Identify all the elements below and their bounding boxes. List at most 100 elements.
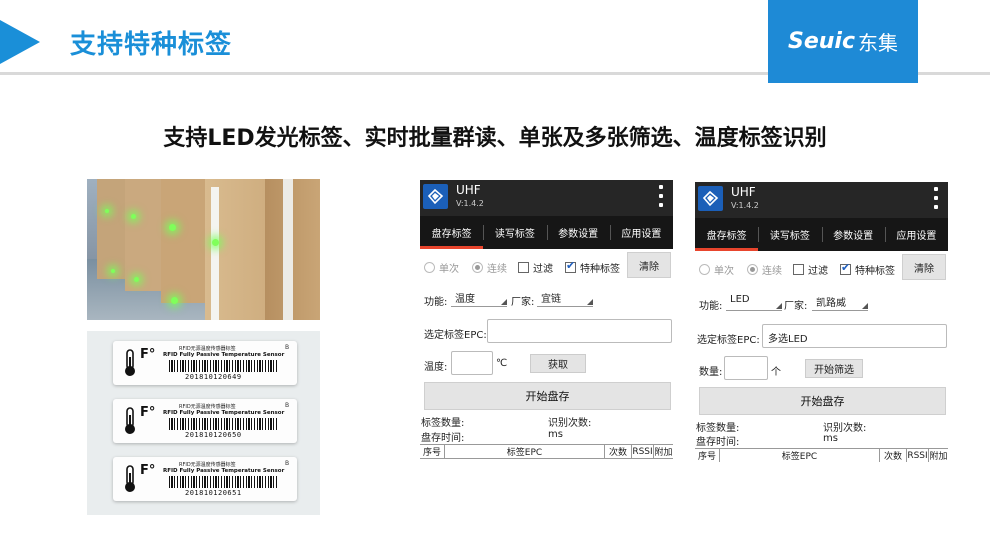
col-rssi: RSSI <box>632 445 654 458</box>
overflow-menu-icon[interactable] <box>934 187 938 209</box>
radio-single-label: 单次 <box>439 264 459 275</box>
checkbox-filter-label: 过滤 <box>533 264 553 275</box>
quantity-label: 数量: <box>699 367 723 378</box>
thermometer-icon <box>125 349 135 376</box>
clear-button[interactable]: 清除 <box>627 252 671 278</box>
tag-count-label: 标签数量: <box>696 423 740 434</box>
col-count: 次数 <box>880 449 907 462</box>
tag-count-label: 标签数量: <box>421 418 465 429</box>
radio-single-label: 单次 <box>714 266 734 277</box>
vendor-label: 厂家: <box>511 297 535 308</box>
app-version: V:1.4.2 <box>456 199 484 208</box>
col-epc: 标签EPC <box>720 449 880 462</box>
epc-input[interactable]: 多选LED <box>762 324 947 348</box>
tag-corner-letter: B <box>285 460 290 467</box>
app-logo-icon <box>698 186 723 211</box>
degree-symbol: F° <box>140 347 156 362</box>
checkbox-special-tag[interactable]: 特种标签 <box>565 259 620 275</box>
vendor-select[interactable]: 凯路威 <box>812 294 868 311</box>
inventory-time-unit: ms <box>823 433 838 444</box>
quantity-unit: 个 <box>771 367 781 378</box>
app-title-bar: UHF V:1.4.2 <box>695 182 948 218</box>
checkbox-filter-icon <box>793 264 804 275</box>
radio-single-icon <box>424 262 435 273</box>
tab-inventory[interactable]: 盘存标签 <box>695 218 759 251</box>
col-extra: 附加 <box>654 448 673 458</box>
radio-continuous[interactable]: 连续 <box>747 262 782 277</box>
tab-parameters[interactable]: 参数设置 <box>546 216 610 249</box>
app-title-bar: UHF V:1.4.2 <box>420 180 673 216</box>
col-rssi: RSSI <box>907 449 929 462</box>
radio-continuous[interactable]: 连续 <box>472 260 507 275</box>
radio-single[interactable]: 单次 <box>424 260 459 275</box>
tab-parameters[interactable]: 参数设置 <box>821 218 885 251</box>
col-index: 序号 <box>420 445 445 458</box>
thermometer-icon <box>125 465 135 492</box>
vendor-label: 厂家: <box>784 301 808 312</box>
quantity-input[interactable] <box>724 356 768 380</box>
checkbox-filter[interactable]: 过滤 <box>518 260 553 275</box>
start-filter-button[interactable]: 开始筛选 <box>805 359 863 378</box>
overflow-menu-icon[interactable] <box>659 185 663 207</box>
temperature-tag-photo: F° RFID无源温度传感器标签 B RFID Fully Passive Te… <box>87 331 320 515</box>
thermometer-icon <box>125 407 135 434</box>
tab-read-write[interactable]: 读写标签 <box>758 218 821 251</box>
epc-label: 选定标签EPC: <box>697 335 760 346</box>
col-index: 序号 <box>695 449 720 462</box>
logo-chinese: 东集 <box>858 31 898 55</box>
tag-title-cn: RFID无源温度传感器标签 <box>179 462 236 468</box>
checkbox-filter-label: 过滤 <box>808 266 828 277</box>
radio-single[interactable]: 单次 <box>699 262 734 277</box>
checkbox-special-icon <box>840 261 851 275</box>
tag-title-cn: RFID无源温度传感器标签 <box>179 346 236 352</box>
col-epc: 标签EPC <box>445 445 605 458</box>
read-count-label: 识别次数: <box>823 423 867 434</box>
function-label: 功能: <box>699 301 723 312</box>
radio-continuous-label: 连续 <box>762 266 782 277</box>
temperature-unit: ℃ <box>496 358 508 369</box>
logo-latin: Seuic <box>787 29 855 54</box>
barcode <box>169 476 277 488</box>
start-inventory-button[interactable]: 开始盘存 <box>424 382 671 410</box>
header-arrow-icon <box>0 20 40 64</box>
radio-continuous-icon <box>472 262 483 273</box>
uhf-app-temperature: UHF V:1.4.2 盘存标签 读写标签 参数设置 应用设置 单次 连续 过滤… <box>420 180 673 460</box>
result-table-header: 序号 标签EPC 次数 RSSI 附加 <box>695 448 948 462</box>
checkbox-special-icon <box>565 259 576 273</box>
result-table-header: 序号 标签EPC 次数 RSSI 附加 <box>420 444 673 459</box>
function-select[interactable]: 温度 <box>451 290 507 307</box>
temperature-tag-card: F° RFID无源温度传感器标签 B RFID Fully Passive Te… <box>113 399 297 443</box>
barcode <box>169 360 277 372</box>
start-inventory-button[interactable]: 开始盘存 <box>699 387 946 415</box>
app-version: V:1.4.2 <box>731 201 759 210</box>
tag-serial: 201810120651 <box>185 489 242 497</box>
checkbox-special-label: 特种标签 <box>580 264 620 275</box>
tab-read-write[interactable]: 读写标签 <box>483 216 546 249</box>
checkbox-special-tag[interactable]: 特种标签 <box>840 261 895 277</box>
get-temperature-button[interactable]: 获取 <box>530 354 586 373</box>
inventory-time-label: 盘存时间: <box>696 437 740 448</box>
tag-serial: 201810120649 <box>185 373 242 381</box>
function-select[interactable]: LED <box>726 294 782 311</box>
checkbox-filter-icon <box>518 262 529 273</box>
tab-app-settings[interactable]: 应用设置 <box>884 218 948 251</box>
function-label: 功能: <box>424 297 448 308</box>
tag-corner-letter: B <box>285 402 290 409</box>
tag-title-en: RFID Fully Passive Temperature Sensor <box>163 352 285 358</box>
epc-input[interactable] <box>487 319 672 343</box>
radio-continuous-icon <box>747 264 758 275</box>
vendor-select[interactable]: 宜链 <box>537 290 593 307</box>
tag-serial: 201810120650 <box>185 431 242 439</box>
col-count: 次数 <box>605 445 632 458</box>
inventory-time-unit: ms <box>548 429 563 440</box>
degree-symbol: F° <box>140 405 156 420</box>
brand-logo: Seuic 东集 <box>768 0 918 83</box>
tag-corner-letter: B <box>285 344 290 351</box>
clear-button[interactable]: 清除 <box>902 254 946 280</box>
tag-title-cn: RFID无源温度传感器标签 <box>179 404 236 410</box>
checkbox-filter[interactable]: 过滤 <box>793 262 828 277</box>
temperature-tag-card: F° RFID无源温度传感器标签 B RFID Fully Passive Te… <box>113 341 297 385</box>
tab-app-settings[interactable]: 应用设置 <box>609 216 673 249</box>
tab-inventory[interactable]: 盘存标签 <box>420 216 484 249</box>
temperature-input[interactable] <box>451 351 493 375</box>
